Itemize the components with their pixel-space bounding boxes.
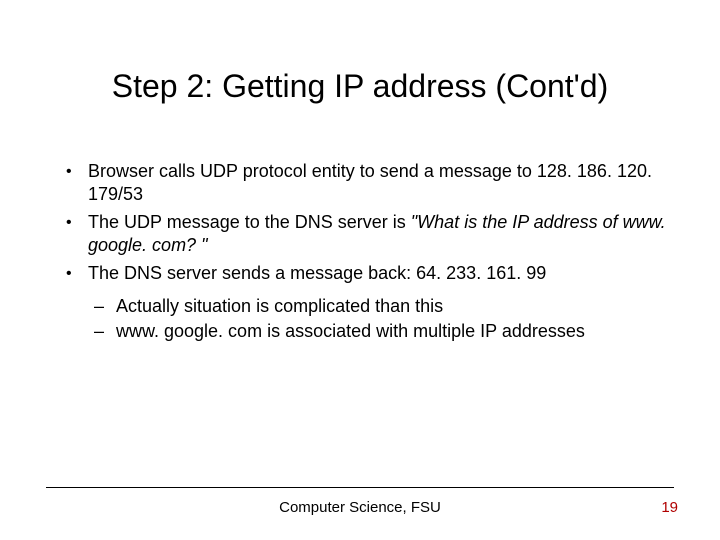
slide: Step 2: Getting IP address (Cont'd) • Br…: [0, 0, 720, 540]
bullet-dot-icon: •: [66, 264, 72, 285]
bullet-text: The DNS server sends a message back: 64.…: [88, 263, 546, 283]
dash-icon: –: [94, 320, 104, 343]
bullet-text-pre: The UDP message to the DNS server is: [88, 212, 411, 232]
bullet-item: • The UDP message to the DNS server is "…: [60, 211, 680, 258]
bullet-item: • Browser calls UDP protocol entity to s…: [60, 160, 680, 207]
sub-item: – www. google. com is associated with mu…: [60, 320, 680, 343]
footer-text: Computer Science, FSU: [0, 499, 720, 516]
slide-content: • Browser calls UDP protocol entity to s…: [60, 160, 680, 346]
page-number: 19: [661, 499, 678, 516]
slide-title: Step 2: Getting IP address (Cont'd): [0, 68, 720, 105]
sub-item: – Actually situation is complicated than…: [60, 295, 680, 318]
bullet-dot-icon: •: [66, 213, 72, 234]
bullet-dot-icon: •: [66, 162, 72, 183]
bullet-item: • The DNS server sends a message back: 6…: [60, 262, 680, 285]
sub-text: Actually situation is complicated than t…: [116, 296, 443, 316]
dash-icon: –: [94, 295, 104, 318]
sub-list: – Actually situation is complicated than…: [60, 295, 680, 344]
sub-text: www. google. com is associated with mult…: [116, 321, 585, 341]
bullet-text: Browser calls UDP protocol entity to sen…: [88, 161, 652, 204]
divider: [46, 487, 674, 488]
